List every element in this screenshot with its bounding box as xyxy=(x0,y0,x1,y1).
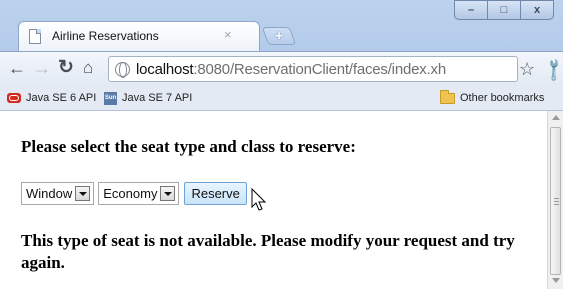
scroll-up-arrow-icon[interactable] xyxy=(552,115,560,120)
bookmarks-bar: Java SE 6 API Sun Java SE 7 API Other bo… xyxy=(0,85,563,111)
bookmark-label: Java SE 6 API xyxy=(26,92,97,104)
maximize-button[interactable]: □ xyxy=(487,0,521,20)
url-text: localhost:8080/ReservationClient/faces/i… xyxy=(136,61,446,78)
page-icon xyxy=(29,29,41,44)
scroll-down-arrow-icon[interactable] xyxy=(552,278,560,283)
plus-icon: + xyxy=(275,28,283,43)
vertical-scrollbar[interactable] xyxy=(547,111,563,289)
minimize-button[interactable]: – xyxy=(454,0,488,20)
folder-icon xyxy=(440,89,455,104)
url-path: :8080/ReservationClient/faces/index.xh xyxy=(193,61,446,78)
reserve-button[interactable]: Reserve xyxy=(184,182,247,205)
other-bookmarks[interactable]: Other bookmarks xyxy=(440,89,545,106)
browser-tab[interactable]: Airline Reservations × xyxy=(18,21,260,51)
bookmark-star-icon[interactable]: ☆ xyxy=(519,59,535,80)
new-tab-button[interactable]: + xyxy=(261,27,297,45)
seat-type-value: Window xyxy=(26,186,73,201)
page-heading: Please select the seat type and class to… xyxy=(21,137,356,156)
status-message: This type of seat is not available. Plea… xyxy=(21,231,515,272)
home-icon[interactable]: ⌂ xyxy=(83,58,93,78)
page-content: Please select the seat type and class to… xyxy=(0,111,547,289)
globe-icon xyxy=(115,62,130,78)
browser-window: Airline Reservations × + – □ x ← → ↻ ⌂ l… xyxy=(0,0,563,289)
reload-icon[interactable]: ↻ xyxy=(58,58,74,78)
address-bar[interactable]: localhost:8080/ReservationClient/faces/i… xyxy=(108,56,518,82)
mouse-pointer-icon xyxy=(251,188,267,211)
tab-title: Airline Reservations xyxy=(52,29,159,43)
reservation-form: Window Economy Reserve xyxy=(21,182,247,205)
close-tab-icon[interactable]: × xyxy=(224,27,232,42)
dropdown-arrow-icon xyxy=(160,186,176,201)
bookmark-java-se-7[interactable]: Sun Java SE 7 API xyxy=(104,90,192,106)
class-select[interactable]: Economy xyxy=(98,182,180,205)
window-controls: – □ x xyxy=(454,0,559,20)
grip-icon xyxy=(554,198,559,205)
forward-arrow-icon[interactable]: → xyxy=(33,58,51,78)
dropdown-arrow-icon xyxy=(75,186,91,201)
sun-icon: Sun xyxy=(104,91,117,105)
scroll-thumb[interactable] xyxy=(550,127,561,275)
bookmark-java-se-6[interactable]: Java SE 6 API xyxy=(7,90,96,106)
close-window-button[interactable]: x xyxy=(520,0,554,20)
url-host: localhost xyxy=(136,61,194,78)
bookmark-label: Java SE 7 API xyxy=(122,92,193,104)
other-bookmarks-label: Other bookmarks xyxy=(460,92,545,104)
browser-toolbar: ← → ↻ ⌂ localhost:8080/ReservationClient… xyxy=(0,51,563,85)
oracle-icon xyxy=(7,93,21,103)
back-arrow-icon[interactable]: ← xyxy=(8,58,26,78)
class-value: Economy xyxy=(103,186,158,201)
seat-type-select[interactable]: Window xyxy=(21,182,95,205)
